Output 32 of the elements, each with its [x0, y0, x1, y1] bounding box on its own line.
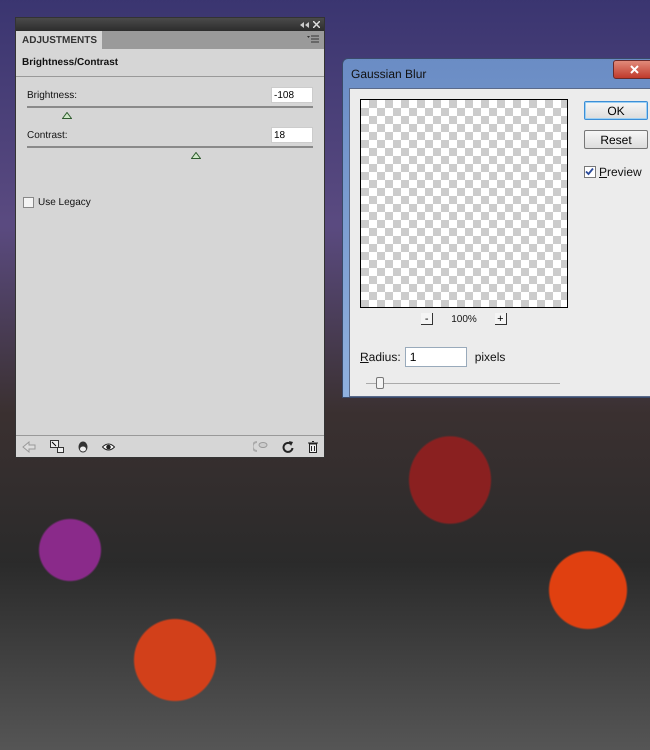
close-button[interactable]	[613, 60, 650, 79]
menu-icon[interactable]	[307, 35, 319, 43]
checkbox-label: Use Legacy	[38, 197, 91, 208]
zoom-level: 100%	[451, 314, 477, 324]
dialog-title: Gaussian Blur	[350, 66, 426, 80]
zoom-out-button[interactable]: -	[421, 313, 434, 325]
slider-thumb[interactable]	[62, 112, 72, 119]
value-field[interactable]: 18	[271, 127, 313, 143]
adjustment-heading: Brightness/Contrast	[16, 49, 324, 77]
slider-thumb[interactable]	[376, 377, 384, 389]
slider-label: Contrast:	[27, 130, 68, 140]
checkbox-label: Preview	[599, 165, 642, 179]
radius-field[interactable]: 1	[404, 347, 467, 367]
value-field[interactable]: -108	[271, 87, 313, 103]
eye-icon[interactable]	[102, 442, 115, 450]
close-icon	[630, 65, 638, 74]
radius-label: Radius:	[360, 350, 401, 364]
circle-icon[interactable]	[78, 440, 88, 452]
checkbox[interactable]	[23, 197, 34, 208]
refresh-icon[interactable]	[282, 440, 294, 452]
zoom-in-button[interactable]: +	[494, 313, 507, 325]
close-icon[interactable]	[313, 21, 320, 28]
ok-button[interactable]: OK	[584, 101, 648, 120]
unit-label: pixels	[474, 350, 506, 364]
reset-button[interactable]: Reset	[584, 130, 648, 149]
slider-thumb[interactable]	[190, 152, 201, 159]
panel-tab[interactable]: ADJUSTMENTS	[16, 31, 102, 49]
clip-layer-icon[interactable]	[50, 440, 64, 453]
checkbox[interactable]	[584, 166, 596, 178]
slider-label: Brightness:	[27, 90, 78, 100]
collapse-icon[interactable]	[300, 22, 309, 28]
trash-icon[interactable]	[308, 440, 318, 452]
